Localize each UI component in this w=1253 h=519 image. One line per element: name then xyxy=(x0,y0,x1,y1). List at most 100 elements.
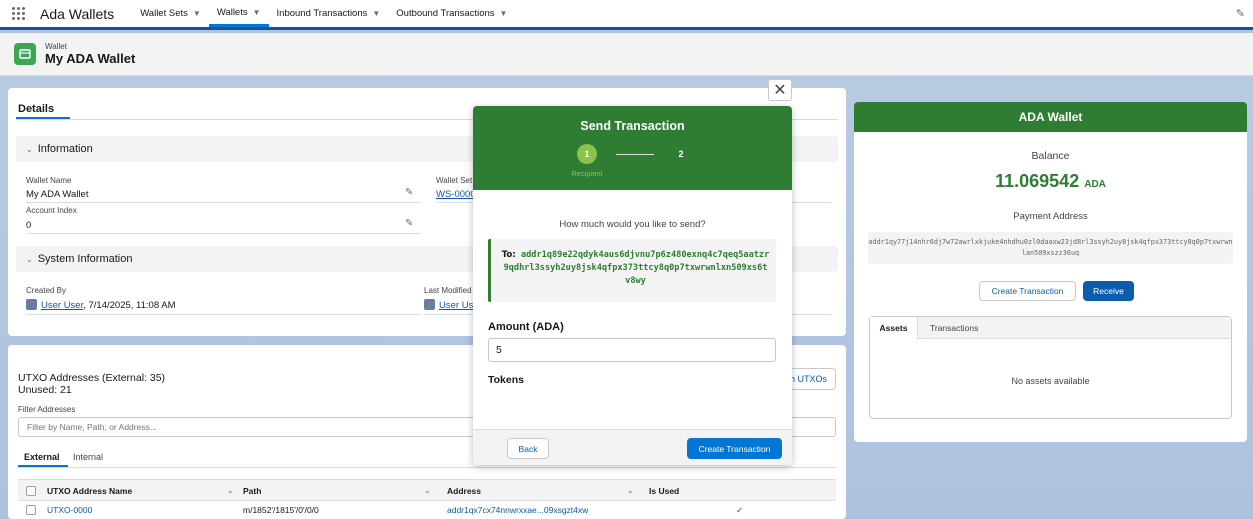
column-header-name[interactable]: UTXO Address Name xyxy=(47,486,132,496)
nav-tab-label: Inbound Transactions xyxy=(276,8,368,19)
balance-value: 11.069542 ADA xyxy=(854,171,1247,192)
modal-footer: Back Create Transaction xyxy=(473,429,792,465)
tab-active-indicator xyxy=(16,117,70,119)
edit-pencil-icon[interactable]: ✎ xyxy=(405,187,413,198)
wallet-icon xyxy=(14,43,36,65)
app-name: Ada Wallets xyxy=(40,5,115,22)
chevron-down-icon[interactable]: ▼ xyxy=(372,9,380,18)
tab-details[interactable]: Details xyxy=(18,103,54,115)
last-modified-user-link[interactable]: User User xyxy=(439,300,474,311)
step-connector xyxy=(616,154,654,155)
wallet-set-link[interactable]: WS-0000 xyxy=(436,189,474,200)
nav-tab-label: Wallets xyxy=(216,6,248,18)
payment-address: addr1qy77j14nhr6dj7w72awrlxkjuke4nhdhu0z… xyxy=(868,232,1233,264)
top-nav: Ada Wallets Wallet Sets ▼ Wallets ▼ Inbo… xyxy=(0,0,1253,30)
amount-input[interactable]: 5 xyxy=(488,338,776,362)
nav-tab-wallets[interactable]: Wallets ▼ xyxy=(208,0,269,27)
balance-unit: ADA xyxy=(1084,179,1106,190)
amount-label: Amount (ADA) xyxy=(488,321,564,333)
chevron-down-icon[interactable]: ▼ xyxy=(253,8,261,17)
user-avatar-icon xyxy=(26,299,37,310)
record-header: Wallet My ADA Wallet xyxy=(0,33,1253,76)
chevron-down-icon[interactable]: ▼ xyxy=(500,9,508,18)
create-transaction-button[interactable]: Create Transaction xyxy=(687,438,782,459)
utxo-title: UTXO Addresses (External: 35) Unused: 21 xyxy=(18,372,165,396)
created-by-label: Created By xyxy=(26,286,67,295)
utxo-path: m/1852'/1815'/0'/0/0 xyxy=(243,505,319,515)
nav-tab-label: Wallet Sets xyxy=(140,8,188,19)
column-header-is-used[interactable]: Is Used xyxy=(649,486,679,496)
tokens-label: Tokens xyxy=(488,374,524,386)
back-button[interactable]: Back xyxy=(507,438,549,459)
utxo-table-header: UTXO Address Name ⌄ Path ⌄ Address ⌄ Is … xyxy=(18,479,836,501)
wallet-summary-card: ADA Wallet Balance 11.069542 ADA Payment… xyxy=(854,102,1247,442)
object-type-label: Wallet xyxy=(45,42,67,51)
nav-tab-outbound-transactions[interactable]: Outbound Transactions ▼ xyxy=(388,0,515,27)
utxo-name-link[interactable]: UTXO-0000 xyxy=(47,505,92,515)
tab-transactions[interactable]: Transactions xyxy=(930,323,978,333)
user-avatar-icon xyxy=(424,299,435,310)
row-checkbox[interactable] xyxy=(26,505,36,515)
step-indicator-1: 1 xyxy=(577,144,597,164)
last-modified-value: User User xyxy=(424,299,474,311)
wallet-name-label: Wallet Name xyxy=(26,176,72,185)
tab-internal[interactable]: Internal xyxy=(73,452,103,462)
app-launcher-icon[interactable] xyxy=(12,6,26,21)
tab-bar: Assets Transactions xyxy=(870,317,1231,339)
created-by-user-link[interactable]: User User xyxy=(41,300,83,311)
wallet-set-label: Wallet Set xyxy=(436,176,473,185)
payment-address-label: Payment Address xyxy=(1013,211,1088,222)
tab-external[interactable]: External xyxy=(24,452,60,462)
field-divider xyxy=(26,314,421,315)
modal-title: Send Transaction xyxy=(580,119,685,133)
recipient-address-box: To: addr1q89e22qdyk4aus6djvnu7p6z480exnq… xyxy=(488,239,776,302)
chevron-down-icon[interactable]: ⌄ xyxy=(227,486,234,495)
section-title: Information xyxy=(37,143,93,155)
step-1-label: Recipient xyxy=(571,169,603,178)
checkmark-icon: ✓ xyxy=(736,505,744,515)
field-divider xyxy=(26,233,421,234)
edit-nav-icon[interactable]: ✎ xyxy=(1236,7,1245,20)
page-title: My ADA Wallet xyxy=(45,51,136,66)
chevron-down-icon[interactable]: ⌄ xyxy=(627,486,634,495)
create-transaction-button[interactable]: Create Transaction xyxy=(979,281,1076,301)
section-title: System Information xyxy=(37,253,133,265)
balance-amount: 11.069542 xyxy=(995,171,1080,191)
empty-state-message: No assets available xyxy=(1011,376,1090,386)
column-header-path[interactable]: Path xyxy=(243,486,261,496)
receive-button[interactable]: Receive xyxy=(1083,281,1134,301)
chevron-down-icon[interactable]: ▼ xyxy=(193,9,201,18)
created-by-value: User User, 7/14/2025, 11:08 AM xyxy=(26,299,176,311)
chevron-down-icon: ⌄ xyxy=(26,144,33,154)
select-all-checkbox[interactable] xyxy=(26,486,36,496)
to-label: To: xyxy=(501,250,516,260)
modal-header: Send Transaction 1 2 Recipient xyxy=(473,106,792,190)
step-indicator-2: 2 xyxy=(678,149,684,159)
chevron-down-icon: ⌄ xyxy=(26,254,33,264)
account-index-label: Account Index xyxy=(26,206,77,215)
wallet-tabset: Assets Transactions No assets available xyxy=(869,316,1232,419)
nav-tab-wallet-sets[interactable]: Wallet Sets ▼ xyxy=(132,0,209,27)
tab-assets[interactable]: Assets xyxy=(870,317,918,339)
nav-tab-inbound-transactions[interactable]: Inbound Transactions ▼ xyxy=(269,0,389,27)
nav-tab-label: Outbound Transactions xyxy=(396,8,495,19)
tab-active-indicator xyxy=(18,465,68,467)
edit-pencil-icon[interactable]: ✎ xyxy=(405,218,413,229)
amount-question: How much would you like to send? xyxy=(559,219,706,230)
utxo-address-link[interactable]: addr1qx7cx74nnwrxxae...09xsgzt4xw xyxy=(447,505,588,515)
tab-divider xyxy=(18,467,836,468)
column-header-address[interactable]: Address xyxy=(447,486,481,496)
created-by-date: , 7/14/2025, 11:08 AM xyxy=(83,300,176,311)
recipient-address: addr1q89e22qdyk4aus6djvnu7p6z480exnq4c7q… xyxy=(503,250,770,286)
field-divider xyxy=(26,202,421,203)
filter-label: Filter Addresses xyxy=(18,405,76,414)
modal-close-icon[interactable]: ✕ xyxy=(768,79,792,101)
account-index-value: 0 xyxy=(26,220,32,231)
utxo-unused-line: Unused: 21 xyxy=(18,384,72,396)
balance-label: Balance xyxy=(1031,150,1070,162)
chevron-down-icon[interactable]: ⌄ xyxy=(424,486,431,495)
last-modified-label: Last Modified By xyxy=(424,286,474,295)
table-row: UTXO-0000 m/1852'/1815'/0'/0/0 addr1qx7c… xyxy=(18,502,836,519)
send-transaction-modal: Send Transaction 1 2 Recipient How much … xyxy=(473,106,792,465)
wallet-name-value: My ADA Wallet xyxy=(26,189,89,200)
